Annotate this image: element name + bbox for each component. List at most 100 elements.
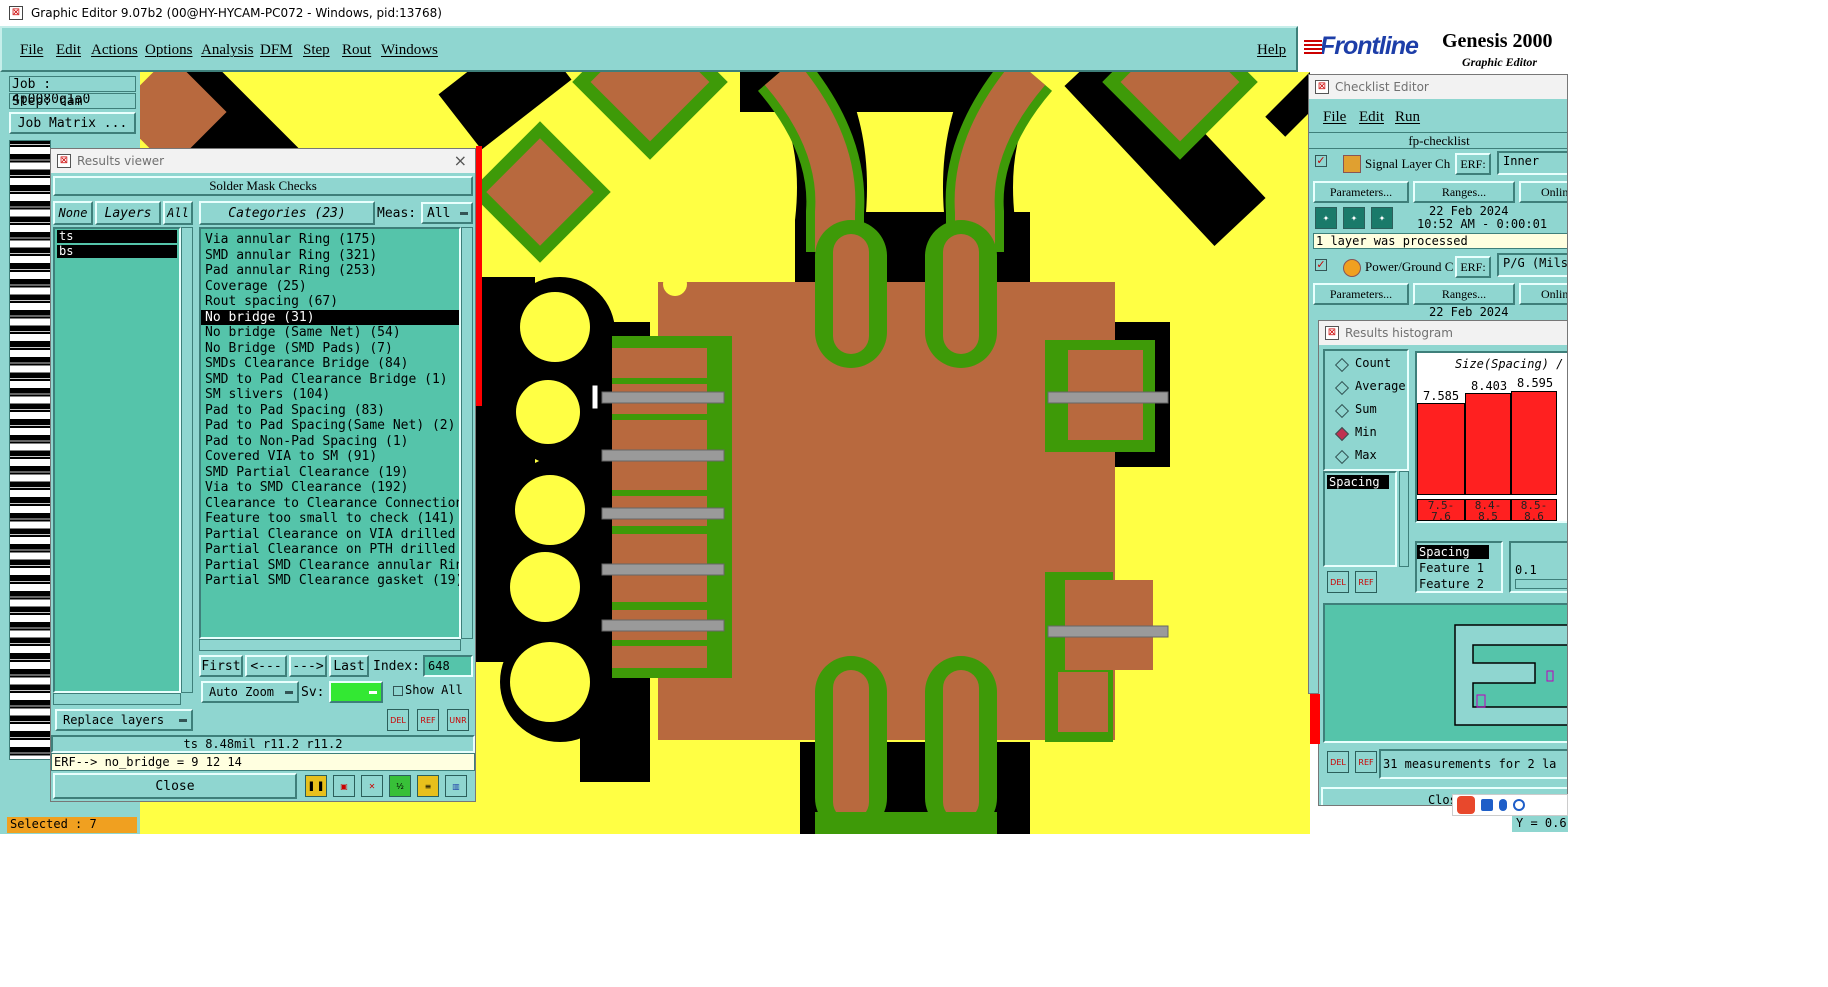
histogram-list[interactable]: Spacing	[1323, 471, 1397, 567]
category-item[interactable]: Pad annular Ring (253)	[201, 263, 459, 279]
parameters-button[interactable]: Parameters...	[1313, 181, 1409, 203]
categories-scrollbar[interactable]	[461, 227, 473, 639]
category-item-selected[interactable]: No bridge (31)	[201, 309, 459, 325]
category-item[interactable]: Via annular Ring (175)	[201, 232, 459, 248]
menu-dfm[interactable]: DFM	[260, 42, 293, 59]
category-item[interactable]: Partial Clearance on PTH drilled	[201, 542, 459, 558]
histogram-icon[interactable]: ▥	[445, 775, 467, 797]
last-button[interactable]: Last	[329, 655, 369, 677]
menu-edit[interactable]: Edit	[56, 42, 81, 59]
replace-layers-dropdown[interactable]: Replace layers	[55, 709, 193, 731]
layers-button[interactable]: Layers	[95, 201, 161, 225]
online-button[interactable]: Onlin	[1519, 181, 1567, 203]
filter-icon[interactable]: ½	[389, 775, 411, 797]
job-matrix-button[interactable]: Job Matrix ...	[9, 112, 136, 134]
category-item[interactable]: SMD to Pad Clearance Bridge (1)	[201, 372, 459, 388]
layers-all-button[interactable]: All	[163, 201, 193, 225]
check-mark-icon[interactable]: ✓	[1315, 259, 1327, 271]
step-slider[interactable]	[1515, 579, 1567, 589]
refresh-icon[interactable]: REF	[417, 709, 439, 731]
category-item[interactable]: Clearance to Clearance Connection	[201, 496, 459, 512]
ranges-button[interactable]: Ranges...	[1413, 283, 1515, 305]
layer-item-bs[interactable]: bs	[57, 245, 177, 258]
list-icon[interactable]: ≡	[417, 775, 439, 797]
refresh-icon[interactable]: REF	[1355, 751, 1377, 773]
menu-step[interactable]: Step	[303, 42, 330, 59]
layer-item-ts[interactable]: ts	[57, 230, 177, 243]
next-button[interactable]: --->	[289, 655, 327, 677]
delete-icon[interactable]: DEL	[387, 709, 409, 731]
histogram-bar[interactable]	[1465, 393, 1511, 495]
category-item[interactable]: Partial SMD Clearance gasket (19)	[201, 573, 459, 589]
unread-icon[interactable]: UNR	[447, 709, 469, 731]
category-item[interactable]: Covered VIA to SM (91)	[201, 449, 459, 465]
report-icon[interactable]: ▣	[333, 775, 355, 797]
checklist-item-name[interactable]: Power/Ground C	[1365, 259, 1453, 275]
min-radio[interactable]	[1334, 426, 1350, 442]
layers-list[interactable]: ts bs	[53, 227, 181, 693]
categories-list[interactable]: Via annular Ring (175) SMD annular Ring …	[199, 227, 461, 639]
category-item[interactable]: SM slivers (104)	[201, 387, 459, 403]
parameters-button[interactable]: Parameters...	[1313, 283, 1409, 305]
erf-value[interactable]: P/G (Mils	[1497, 253, 1567, 277]
histogram-list-scrollbar[interactable]	[1399, 471, 1409, 567]
category-item[interactable]: SMDs Clearance Bridge (84)	[201, 356, 459, 372]
menu-help[interactable]: Help	[1257, 42, 1286, 59]
category-item[interactable]: Pad to Non-Pad Spacing (1)	[201, 434, 459, 450]
delete-icon[interactable]: DEL	[1327, 751, 1349, 773]
menu-actions[interactable]: Actions	[91, 42, 138, 59]
category-item[interactable]: No bridge (Same Net) (54)	[201, 325, 459, 341]
index-input[interactable]: 648	[423, 655, 473, 677]
list-item-spacing[interactable]: Spacing	[1327, 475, 1389, 489]
auto-zoom-dropdown[interactable]: Auto Zoom	[201, 681, 299, 703]
layers-none-button[interactable]: None	[53, 201, 93, 225]
run-icon[interactable]: ✦	[1315, 207, 1337, 229]
category-item[interactable]: Coverage (25)	[201, 279, 459, 295]
check-mark-icon[interactable]: ✓	[1315, 155, 1327, 167]
close-button[interactable]: Close	[53, 773, 297, 799]
histogram-bar[interactable]	[1417, 403, 1465, 495]
sum-radio[interactable]	[1334, 403, 1350, 419]
category-item[interactable]: Feature too small to check (141)	[201, 511, 459, 527]
refresh-icon[interactable]: REF	[1355, 571, 1377, 593]
menu-rout[interactable]: Rout	[342, 42, 371, 59]
category-item[interactable]: No Bridge (SMD Pads) (7)	[201, 341, 459, 357]
prev-button[interactable]: <---	[245, 655, 287, 677]
checklist-menu-edit[interactable]: Edit	[1359, 109, 1384, 126]
first-button[interactable]: First	[199, 655, 243, 677]
menu-options[interactable]: Options	[145, 42, 193, 59]
average-radio[interactable]	[1334, 380, 1350, 396]
run-icon[interactable]: ✦	[1371, 207, 1393, 229]
menu-analysis[interactable]: Analysis	[201, 42, 254, 59]
ime-toolbar[interactable]	[1452, 794, 1568, 816]
category-item[interactable]: Via to SMD Clearance (192)	[201, 480, 459, 496]
step-value-field[interactable]: 0.1	[1509, 541, 1567, 593]
locate-icon[interactable]: ▌▐	[305, 775, 327, 797]
category-item[interactable]: Pad to Pad Spacing(Same Net) (2)	[201, 418, 459, 434]
category-item[interactable]: SMD Partial Clearance (19)	[201, 465, 459, 481]
layer-list[interactable]	[9, 140, 51, 760]
delete-icon[interactable]: DEL	[1327, 571, 1349, 593]
menu-windows[interactable]: Windows	[381, 42, 438, 59]
histogram-bar[interactable]	[1511, 391, 1557, 495]
meas-dropdown[interactable]: All	[421, 202, 473, 224]
close-icon[interactable]: ×	[454, 151, 467, 170]
exclude-icon[interactable]: ✕	[361, 775, 383, 797]
ranges-button[interactable]: Ranges...	[1413, 181, 1515, 203]
erf-value[interactable]: Inner	[1497, 151, 1567, 175]
menu-file[interactable]: File	[20, 42, 43, 59]
sv-color-dropdown[interactable]	[329, 681, 383, 703]
category-item[interactable]: SMD annular Ring (321)	[201, 248, 459, 264]
max-radio[interactable]	[1334, 449, 1350, 465]
categories-button[interactable]: Categories (23)	[199, 201, 375, 225]
categories-hscrollbar[interactable]	[199, 639, 461, 651]
category-item[interactable]: Rout spacing (67)	[201, 294, 459, 310]
count-radio[interactable]	[1334, 357, 1350, 373]
category-item[interactable]: Partial SMD Clearance annular Rin	[201, 558, 459, 574]
checklist-menu-run[interactable]: Run	[1395, 109, 1420, 126]
show-all-checkbox[interactable]	[393, 686, 403, 696]
category-item[interactable]: Partial Clearance on VIA drilled	[201, 527, 459, 543]
online-button[interactable]: Onlin	[1519, 283, 1567, 305]
category-item[interactable]: Pad to Pad Spacing (83)	[201, 403, 459, 419]
run-icon[interactable]: ✦	[1343, 207, 1365, 229]
